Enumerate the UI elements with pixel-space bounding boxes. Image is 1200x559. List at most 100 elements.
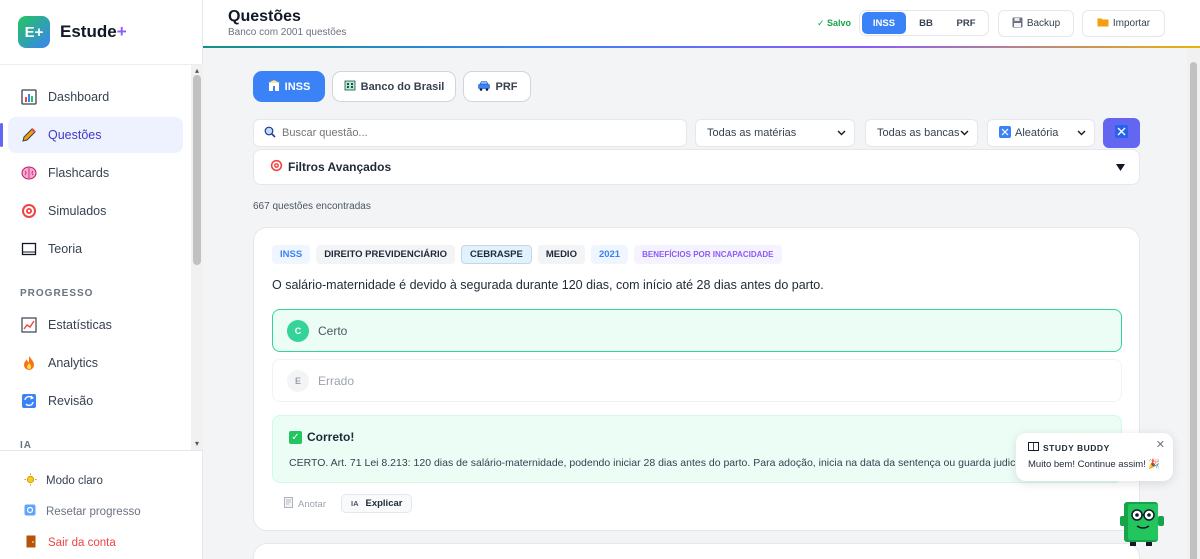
exam-toggle-prf[interactable]: PRF (946, 12, 986, 34)
sidebar-item-questoes[interactable]: Questões (0, 117, 183, 153)
brand-name: Estude+ (60, 22, 127, 41)
sidebar-footer: Modo claro Resetar progresso Sair da con… (0, 450, 202, 559)
advanced-filters-toggle[interactable]: Filtros Avançados (253, 149, 1140, 185)
page-subtitle: Banco com 2001 questões (228, 27, 347, 38)
subject-select[interactable]: Todas as matérias (695, 119, 855, 147)
import-label: Importar (1112, 18, 1151, 29)
question-card: INSS DIREITO PREVIDENCIÁRIO CEBRASPE MED… (253, 227, 1140, 531)
reset-icon (24, 504, 38, 519)
board-select[interactable]: Todas as bancas (865, 119, 978, 147)
option-label: Errado (318, 373, 355, 388)
sidebar-nav: Dashboard Questões Flashcards Simulados … (0, 65, 191, 450)
import-button[interactable]: Importar (1082, 10, 1165, 37)
bank-icon (344, 79, 356, 94)
scroll-down-arrow[interactable]: ▾ (193, 440, 201, 448)
sidebar-item-label: Teoria (48, 242, 83, 256)
note-button[interactable]: Anotar (284, 497, 326, 511)
brand[interactable]: E+ Estude+ (0, 0, 202, 65)
sidebar-item-label: Revisão (48, 394, 94, 408)
search-box (253, 119, 687, 147)
feedback-title-text: Correto! (307, 430, 355, 444)
study-buddy-title-text: STUDY BUDDY (1043, 442, 1110, 453)
search-icon (264, 126, 276, 141)
section-progresso: PROGRESSO (20, 288, 94, 299)
target-icon (270, 159, 283, 175)
note-label: Anotar (298, 498, 326, 510)
study-buddy-title: STUDY BUDDY (1028, 442, 1110, 453)
refresh-icon (20, 392, 38, 410)
pencil-icon (20, 126, 38, 144)
close-icon[interactable]: ✕ (1156, 438, 1165, 451)
tab-inss[interactable]: INSS (253, 71, 325, 102)
tab-label: PRF (495, 80, 518, 93)
sidebar-item-teoria[interactable]: Teoria (8, 231, 183, 267)
sidebar-item-analytics[interactable]: Analytics (8, 345, 183, 381)
ia-badge: IA (351, 499, 359, 508)
sidebar-item-dashboard[interactable]: Dashboard (8, 79, 183, 115)
page-scroll-thumb[interactable] (1190, 62, 1197, 559)
study-buddy-mascot[interactable] (1118, 498, 1166, 546)
exam-toggle-inss[interactable]: INSS (862, 12, 906, 34)
tag-subject: DIREITO PREVIDENCIÁRIO (316, 245, 456, 264)
building-icon (267, 79, 280, 94)
chart-line-icon (20, 316, 38, 334)
section-ia: IA (20, 440, 32, 450)
top-header: Questões Banco com 2001 questões ✓ Salvo… (203, 0, 1200, 48)
theme-toggle-label: Modo claro (46, 474, 103, 487)
sun-icon (24, 472, 38, 489)
sidebar-item-estatisticas[interactable]: Estatísticas (8, 307, 183, 343)
study-buddy-popup: STUDY BUDDY ✕ Muito bem! Continue assim!… (1016, 433, 1173, 481)
tab-label: INSS (284, 80, 311, 93)
subject-select-value: Todas as matérias (707, 127, 797, 139)
reset-progress-label: Resetar progresso (46, 505, 141, 518)
option-letter: C (287, 319, 309, 342)
saved-status: ✓ Salvo (817, 18, 852, 28)
order-select-content: Aleatória (999, 125, 1058, 141)
next-question-card (253, 543, 1140, 559)
book-icon (1028, 442, 1039, 453)
page-scrollbar[interactable] (1187, 48, 1200, 559)
search-input[interactable] (282, 127, 662, 139)
police-car-icon (477, 80, 491, 94)
brand-logo: E+ (18, 16, 50, 48)
tag-level: MEDIO (537, 245, 585, 264)
logout-button[interactable]: Sair da conta (0, 527, 202, 558)
explain-label: Explicar (365, 498, 403, 509)
option-errado[interactable]: E Errado (272, 359, 1122, 402)
shuffle-button[interactable] (1103, 118, 1140, 148)
tab-banco-do-brasil[interactable]: Banco do Brasil (332, 71, 456, 102)
caret-down-icon (1116, 160, 1125, 174)
sidebar-scrollbar[interactable]: ▴ ▾ (191, 65, 203, 450)
sidebar-item-label: Analytics (48, 356, 99, 370)
tag-year: 2021 (590, 245, 629, 264)
sidebar: E+ Estude+ Dashboard Questões Flashcards… (0, 0, 203, 559)
sidebar-scroll-thumb[interactable] (193, 75, 201, 265)
scroll-up-arrow[interactable]: ▴ (193, 67, 201, 75)
feedback-explanation: CERTO. Art. 71 Lei 8.213: 120 dias de sa… (289, 457, 1029, 469)
tab-label: Banco do Brasil (360, 80, 445, 93)
sidebar-item-simulados[interactable]: Simulados (8, 193, 183, 229)
memo-icon (284, 497, 294, 511)
target-icon (20, 202, 38, 220)
question-text: O salário-maternidade é devido à segurad… (272, 278, 824, 292)
tab-prf[interactable]: PRF (463, 71, 531, 102)
order-select[interactable]: Aleatória (987, 119, 1095, 147)
theme-toggle[interactable]: Modo claro (0, 465, 202, 496)
sidebar-item-revisao[interactable]: Revisão (8, 383, 183, 419)
chevron-down-icon (1077, 127, 1086, 139)
chevron-down-icon (837, 127, 846, 139)
option-certo[interactable]: C Certo (272, 309, 1122, 352)
backup-label: Backup (1026, 18, 1061, 29)
answer-feedback: ✓ Correto! CERTO. Art. 71 Lei 8.213: 120… (272, 415, 1122, 483)
explain-button[interactable]: IA Explicar (341, 494, 413, 513)
sidebar-item-label: Dashboard (48, 90, 110, 104)
backup-button[interactable]: Backup (998, 10, 1074, 37)
shuffle-icon (1115, 125, 1128, 141)
sidebar-item-label: Estatísticas (48, 318, 112, 332)
sidebar-item-flashcards[interactable]: Flashcards (8, 155, 183, 191)
results-count: 667 questões encontradas (253, 201, 371, 212)
tag-topic: BENEFÍCIOS POR INCAPACIDADE (634, 245, 782, 264)
reset-progress-button[interactable]: Resetar progresso (0, 496, 202, 527)
book-icon (20, 240, 38, 258)
exam-toggle-bb[interactable]: BB (906, 12, 946, 34)
